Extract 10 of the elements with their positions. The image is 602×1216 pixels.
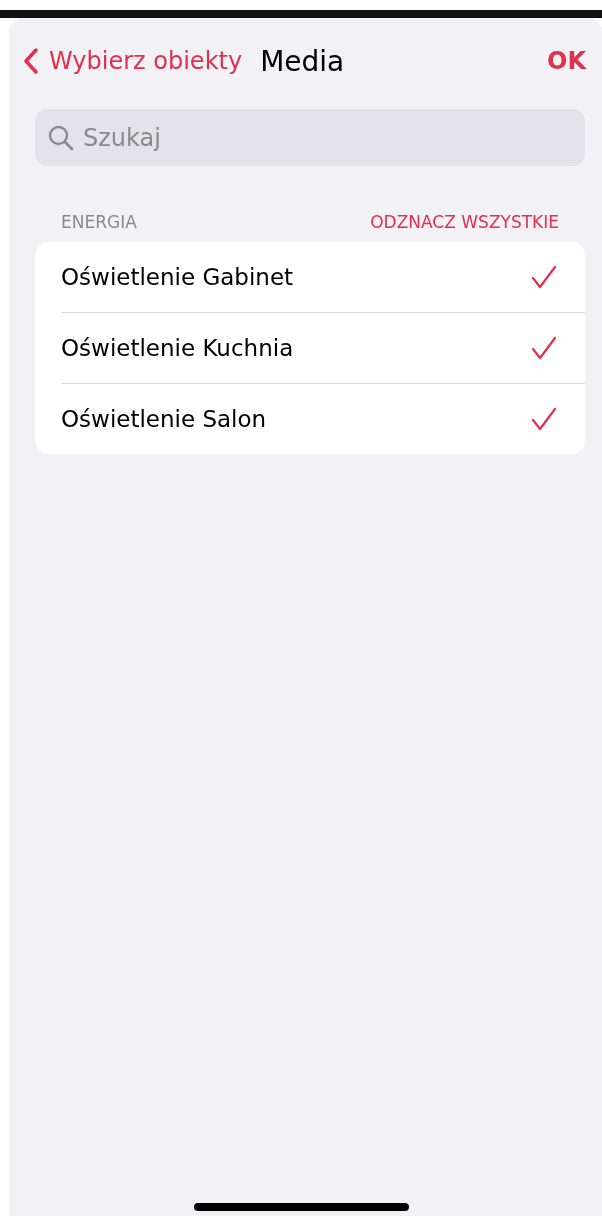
- list-item[interactable]: Oświetlenie Salon: [61, 384, 585, 454]
- screen-title: Media: [260, 44, 345, 78]
- deselect-all-button[interactable]: ODZNACZ WSZYSTKIE: [370, 212, 559, 232]
- search-field[interactable]: Szukaj: [35, 109, 585, 166]
- section-header: ENERGIA: [61, 212, 137, 232]
- back-button[interactable]: Wybierz obiekty: [23, 47, 243, 75]
- list-item[interactable]: Oświetlenie Kuchnia: [61, 313, 585, 384]
- chevron-left-icon: [23, 47, 39, 75]
- list-item[interactable]: Oświetlenie Gabinet: [61, 242, 585, 313]
- ok-button[interactable]: OK: [547, 47, 586, 75]
